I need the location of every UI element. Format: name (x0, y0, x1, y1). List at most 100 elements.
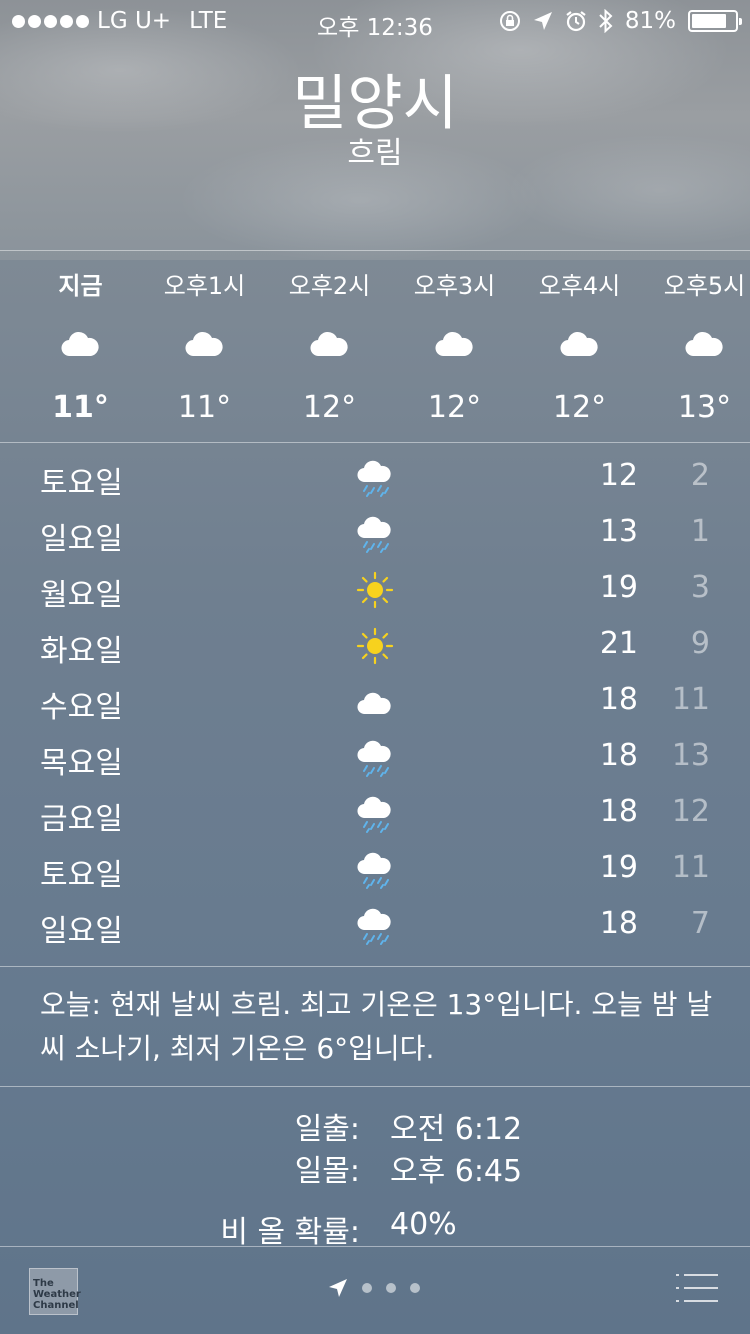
daily-row: 월요일 19 3 (0, 562, 750, 618)
day-low: 11 (671, 850, 710, 885)
rain-cloud-icon (357, 796, 391, 833)
day-high: 18 (599, 738, 638, 773)
hour-label: 오후2시 (288, 272, 371, 300)
day-high: 18 (599, 794, 638, 829)
page-dot (410, 1283, 420, 1293)
rain-cloud-icon (357, 852, 391, 889)
day-name: 수요일 (40, 690, 123, 725)
battery-percent: 81% (624, 8, 676, 34)
weather-channel-logo[interactable]: The Weather Channel (29, 1268, 81, 1315)
hour-label: 오후1시 (163, 272, 246, 300)
cloud-icon (310, 331, 348, 357)
hourly-item: 오후5시 13° (642, 252, 750, 442)
rain-cloud-icon (357, 740, 391, 777)
cloud-icon (357, 692, 391, 715)
detail-label: 일몰: (294, 1154, 360, 1189)
detail-value: 40% (390, 1207, 457, 1242)
hour-label: 지금 (58, 272, 103, 300)
day-high: 18 (599, 906, 638, 941)
hour-temp: 13° (677, 390, 732, 425)
day-name: 일요일 (40, 914, 123, 949)
hourly-item: 오후3시 12° (392, 252, 517, 442)
bottom-toolbar: The Weather Channel (0, 1248, 750, 1334)
detail-row-rain-chance: 비 올 확률: 40% (0, 1207, 750, 1251)
sun-icon (356, 627, 394, 665)
divider (0, 966, 750, 967)
day-name: 화요일 (40, 634, 123, 669)
detail-row-sunrise: 일출: 오전 6:12 (0, 1104, 750, 1148)
day-low: 2 (690, 458, 710, 493)
location-arrow-icon (533, 12, 552, 30)
detail-value: 오전 6:12 (390, 1112, 523, 1147)
day-high: 18 (599, 682, 638, 717)
hour-temp: 11° (177, 390, 232, 425)
rain-cloud-icon (357, 460, 391, 497)
current-condition: 흐림 (347, 136, 403, 171)
list-icon[interactable] (676, 1273, 718, 1303)
hour-temp: 11° (52, 390, 109, 425)
day-high: 12 (599, 458, 638, 493)
battery-fill (692, 14, 727, 28)
divider (0, 1246, 750, 1247)
divider (0, 250, 750, 251)
daily-row: 목요일 18 13 (0, 730, 750, 786)
detail-row-sunset: 일몰: 오후 6:45 (0, 1146, 750, 1190)
hour-label: 오후3시 (413, 272, 496, 300)
rain-cloud-icon (357, 908, 391, 945)
day-low: 7 (690, 906, 710, 941)
daily-row: 화요일 21 9 (0, 618, 750, 674)
rain-cloud-icon (357, 516, 391, 553)
day-low: 11 (671, 682, 710, 717)
day-high: 13 (599, 514, 638, 549)
day-low: 1 (690, 514, 710, 549)
hour-label: 오후5시 (663, 272, 746, 300)
hourly-forecast[interactable]: 지금 11° 오후1시 11° 오후2시 12° 오후3시 12° 오후4시 1… (0, 252, 750, 442)
status-right: 81% (499, 8, 742, 34)
status-bar: LG U+ LTE 오후 12:36 81% (0, 0, 750, 41)
day-name: 토요일 (40, 466, 123, 501)
hour-temp: 12° (302, 390, 357, 425)
day-name: 월요일 (40, 578, 123, 613)
rotation-lock-icon (499, 11, 520, 31)
page-dot (386, 1283, 396, 1293)
cloud-icon (435, 331, 473, 357)
cloud-icon (61, 331, 99, 357)
day-high: 21 (599, 626, 638, 661)
sun-icon (356, 571, 394, 609)
day-low: 12 (671, 794, 710, 829)
cloud-icon (560, 331, 598, 357)
page-indicator[interactable] (328, 1278, 420, 1298)
detail-value: 오후 6:45 (390, 1154, 523, 1189)
daily-row: 일요일 13 1 (0, 506, 750, 562)
divider (0, 1086, 750, 1087)
day-low: 13 (671, 738, 710, 773)
day-name: 금요일 (40, 802, 123, 837)
hourly-item: 지금 11° (18, 252, 143, 442)
daily-row: 금요일 18 12 (0, 786, 750, 842)
day-high: 19 (599, 570, 638, 605)
alarm-icon (566, 11, 586, 32)
forecast-summary: 오늘: 현재 날씨 흐림. 최고 기온은 13°입니다. 오늘 밤 날씨 소나기… (40, 988, 713, 1065)
cloud-icon (185, 331, 223, 357)
hour-temp: 12° (427, 390, 482, 425)
divider (0, 442, 750, 443)
detail-label: 일출: (294, 1112, 360, 1147)
daily-row: 토요일 19 11 (0, 842, 750, 898)
daily-row: 일요일 18 7 (0, 898, 750, 954)
bluetooth-icon (599, 9, 613, 33)
day-name: 토요일 (40, 858, 123, 893)
hourly-item: 오후4시 12° (517, 252, 642, 442)
cloud-icon (685, 331, 723, 357)
day-name: 목요일 (40, 746, 123, 781)
day-high: 19 (599, 850, 638, 885)
hourly-item: 오후1시 11° (142, 252, 267, 442)
daily-row: 토요일 12 2 (0, 450, 750, 506)
detail-label: 비 올 확률: (220, 1215, 360, 1250)
location-arrow-icon (329, 1279, 347, 1297)
day-low: 9 (690, 626, 710, 661)
hourly-item: 오후2시 12° (267, 252, 392, 442)
day-low: 3 (690, 570, 710, 605)
battery-icon (688, 10, 742, 32)
day-name: 일요일 (40, 522, 123, 557)
hour-label: 오후4시 (538, 272, 621, 300)
